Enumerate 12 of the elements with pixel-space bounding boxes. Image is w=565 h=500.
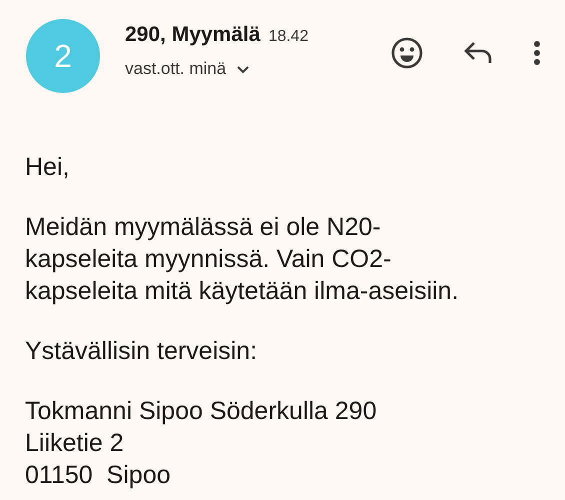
smiley-icon[interactable] [391, 37, 423, 69]
reply-icon[interactable] [463, 41, 493, 65]
message-paragraph: Ystävällisin terveisin: [25, 336, 258, 367]
more-icon[interactable] [533, 40, 541, 66]
message-time: 18.42 [268, 28, 308, 46]
avatar: 2 [26, 19, 100, 93]
message-paragraph: Meidän myymälässä ei ole N20- kapseleita myynnissä. Vain CO2- kapseleita mitä käytetään ilma-aseisiin. [25, 212, 460, 307]
sender-name: 290, Myymälä [125, 23, 260, 47]
chevron-down-icon[interactable] [236, 64, 250, 74]
message-paragraph: Hei, [25, 152, 70, 183]
message-paragraph: Tokmanni Sipoo Söderkulla 290 Liiketie 2 01150 Sipoo [25, 396, 378, 491]
recipient-label: vast.ott. minä [125, 59, 226, 79]
